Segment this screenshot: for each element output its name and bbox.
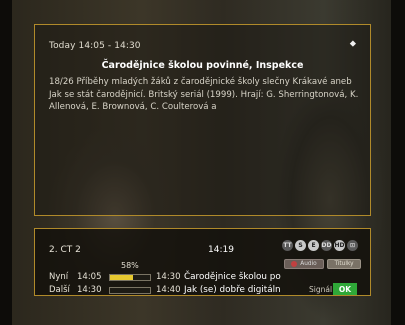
signal-status-badge: OK [333, 283, 357, 295]
next-progress-bar [109, 287, 151, 294]
signal-label: Signál [309, 285, 333, 294]
hd-icon: HD [334, 240, 345, 251]
audio-button[interactable]: Audio [284, 259, 324, 269]
audio-label: Audio [300, 261, 317, 267]
subtitles-button[interactable]: Titulky [327, 259, 361, 269]
dolby-icon: DD [321, 240, 332, 251]
next-start-time: 14:30 [77, 285, 102, 295]
next-event-icon[interactable]: ⬥ [350, 39, 356, 49]
epg-info-panel: Today 14:05 - 14:30 ⬥ Čarodějnice školou… [34, 24, 371, 216]
letterbox-left [0, 0, 12, 325]
teletext-icon: TT [282, 240, 293, 251]
lock-icon: ⊡ [347, 240, 358, 251]
program-time-range: Today 14:05 - 14:30 [49, 41, 141, 51]
channel-name: 2. CT 2 [49, 245, 81, 255]
program-description: 18/26 Příběhy mladých žáků z čarodějnick… [49, 77, 359, 112]
now-progress-fill [110, 275, 134, 280]
status-icons: TT S E DD HD ⊡ [282, 240, 358, 252]
now-start-time: 14:05 [77, 272, 102, 282]
epg-icon: E [308, 240, 319, 251]
next-program-title: Jak (se) dobře digitáln [184, 285, 281, 295]
subtitle-icon: S [295, 240, 306, 251]
now-program-title: Čarodějnice školou po [184, 272, 281, 282]
current-clock: 14:19 [208, 245, 234, 255]
now-label: Nyní [49, 272, 69, 282]
channel-banner: 2. CT 2 14:19 TT S E DD HD ⊡ Audio Titul… [34, 228, 371, 296]
program-title: Čarodějnice školou povinné, Inspekce [101, 60, 304, 71]
now-end-time: 14:30 [156, 272, 181, 282]
record-dot-icon [291, 261, 298, 267]
progress-percent: 58% [121, 261, 139, 270]
next-label: Další [49, 285, 70, 295]
next-end-time: 14:40 [156, 285, 181, 295]
letterbox-right [391, 0, 405, 325]
now-progress-bar [109, 274, 151, 281]
